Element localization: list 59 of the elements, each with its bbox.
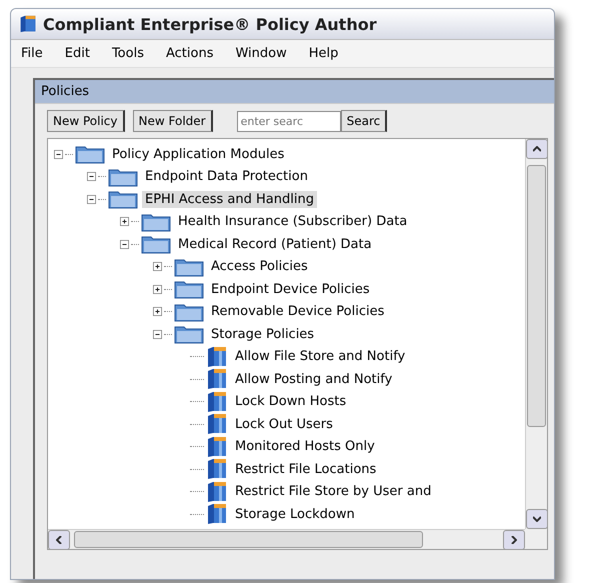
menu-item[interactable]: Tools xyxy=(112,46,144,61)
scrollbar-corner xyxy=(525,529,547,549)
tree-item[interactable]: Access Policies xyxy=(208,258,311,276)
menu-item[interactable]: Actions xyxy=(166,46,214,61)
tree-item[interactable]: Endpoint Data Protection xyxy=(142,168,311,186)
tree-item[interactable]: Policy Application Modules xyxy=(109,146,288,163)
collapse-toggle-icon[interactable] xyxy=(54,150,63,159)
book-icon xyxy=(206,390,228,413)
tree-item[interactable]: Allow File Store and Notify xyxy=(232,348,408,366)
tree-item[interactable]: Health Insurance (Subscriber) Data xyxy=(175,213,410,230)
tree-item[interactable]: Restrict File Store by User and xyxy=(232,483,434,500)
menu-item[interactable]: Window xyxy=(235,46,287,61)
folder-icon xyxy=(141,234,171,254)
menu-item[interactable]: Edit xyxy=(64,46,90,61)
book-icon xyxy=(206,413,228,436)
vertical-scrollbar[interactable] xyxy=(525,139,547,529)
expand-toggle-icon[interactable] xyxy=(153,284,162,294)
tree-item[interactable]: Storage Lockdown xyxy=(232,506,358,523)
tree-item[interactable]: EPHI Access and Handling xyxy=(142,190,317,208)
expand-toggle-icon[interactable] xyxy=(120,217,129,226)
book-icon xyxy=(19,15,37,33)
tree-item[interactable]: Removable Device Policies xyxy=(208,303,388,320)
search-button[interactable]: Searc xyxy=(340,110,388,132)
folder-icon xyxy=(174,302,204,322)
collapse-toggle-icon[interactable] xyxy=(87,194,96,204)
folder-icon xyxy=(174,279,204,300)
folder-icon xyxy=(174,256,204,277)
expand-toggle-icon[interactable] xyxy=(153,262,162,272)
expand-toggle-icon[interactable] xyxy=(153,307,162,316)
collapse-toggle-icon[interactable] xyxy=(87,172,96,182)
tree-item[interactable]: Lock Down Hosts xyxy=(232,393,350,410)
book-icon xyxy=(206,458,228,480)
toolbar-button[interactable]: New Folder xyxy=(132,110,213,132)
book-icon xyxy=(206,368,228,390)
tree-item[interactable]: Monitored Hosts Only xyxy=(232,438,378,456)
window-title: Compliant Enterprise® Policy Author xyxy=(43,14,377,34)
folder-icon xyxy=(75,144,105,164)
tree-item[interactable]: Storage Policies xyxy=(208,326,318,343)
book-icon xyxy=(206,346,228,368)
collapse-toggle-icon[interactable] xyxy=(153,330,162,339)
panel-title: Policies xyxy=(35,80,554,104)
folder-icon xyxy=(108,189,138,210)
tree-item[interactable]: Endpoint Device Policies xyxy=(208,280,373,298)
toolbar-button[interactable]: New Policy xyxy=(47,110,125,132)
search-field[interactable]: enter searc xyxy=(236,110,341,132)
menu-item[interactable]: Help xyxy=(308,46,338,61)
horizontal-scrollbar[interactable] xyxy=(48,529,525,549)
tree-item[interactable]: Medical Record (Patient) Data xyxy=(175,236,375,253)
book-icon xyxy=(206,436,228,458)
tree-item[interactable]: Allow Posting and Notify xyxy=(232,370,396,388)
menu-item[interactable]: File xyxy=(21,46,43,61)
book-icon xyxy=(206,480,228,503)
tree-item[interactable]: Lock Out Users xyxy=(232,416,336,433)
folder-icon xyxy=(108,166,138,187)
book-icon xyxy=(206,503,228,526)
collapse-toggle-icon[interactable] xyxy=(120,240,129,249)
tree-item[interactable]: Restrict File Locations xyxy=(232,460,380,478)
folder-icon xyxy=(141,212,171,232)
folder-icon xyxy=(174,324,204,344)
